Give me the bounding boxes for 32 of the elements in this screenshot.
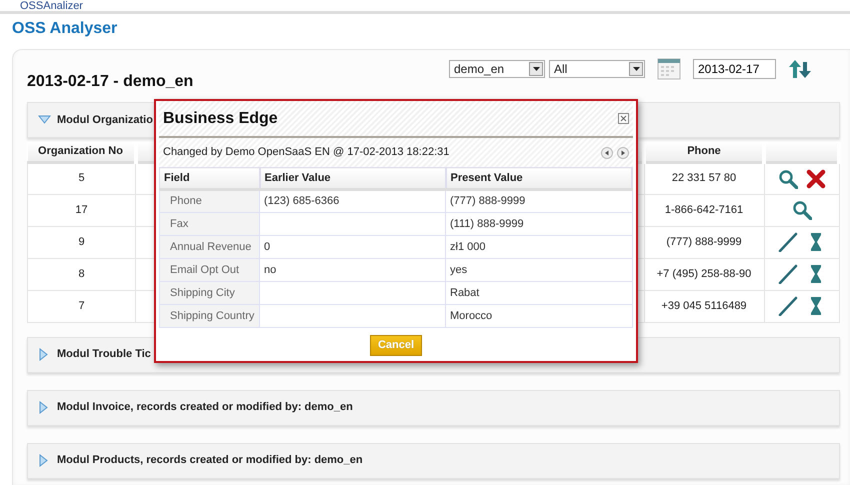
table-cell: yes	[446, 258, 632, 282]
table-cell: 22 331 57 80	[644, 162, 764, 194]
table-cell: Rabat	[446, 282, 632, 304]
table-cell: Morocco	[446, 304, 632, 328]
change-info: Changed by Demo OpenSaaS EN @ 17-02-2013 18:22:31	[163, 145, 450, 160]
field-name: Shipping City	[160, 282, 260, 304]
table-cell: +39 045 5116489	[644, 290, 764, 322]
field-name: Shipping Country	[160, 304, 260, 328]
field-name: Fax	[160, 212, 260, 236]
table-cell: 9	[28, 226, 136, 258]
table-cell: +7 (495) 258-88-90	[644, 258, 764, 290]
field-name: Annual Revenue	[160, 236, 260, 258]
table-cell: no	[260, 258, 446, 282]
table-cell: 17	[28, 194, 136, 226]
column-header: Earlier Value	[260, 168, 446, 190]
table-cell: 7	[28, 290, 136, 322]
field-name: Email Opt Out	[160, 258, 260, 282]
table-cell: (123) 685-6366	[260, 190, 446, 212]
panel-heading: 2013-02-17 - demo_en	[27, 72, 194, 92]
column-header: Field	[160, 168, 260, 190]
table-cell: 1-866-642-7161	[644, 194, 764, 226]
table-cell: (777) 888-9999	[446, 190, 632, 212]
field-name: Phone	[160, 190, 260, 212]
table-cell: 8	[28, 258, 136, 290]
table-cell: zł1 000	[446, 236, 632, 258]
table-cell: (111) 888-9999	[446, 212, 632, 236]
column-header: Present Value	[446, 168, 632, 190]
dialog-title: Business Edge	[163, 108, 278, 128]
table-cell: 5	[28, 162, 136, 194]
table-cell: (777) 888-9999	[644, 226, 764, 258]
table-cell: 0	[260, 236, 446, 258]
app-title: OSS Analyser	[12, 19, 118, 39]
